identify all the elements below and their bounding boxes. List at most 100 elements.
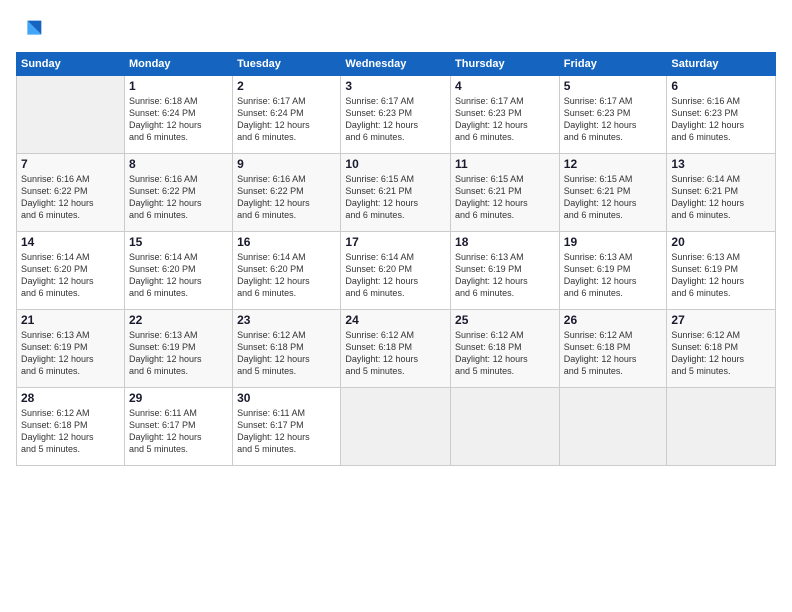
day-cell: 29 Sunrise: 6:11 AM Sunset: 6:17 PM Dayli… (124, 388, 232, 466)
day-cell: 5 Sunrise: 6:17 AM Sunset: 6:23 PM Daylig… (559, 76, 667, 154)
day-number: 26 (564, 313, 663, 327)
day-number: 27 (671, 313, 771, 327)
day-info: Sunrise: 6:17 AM Sunset: 6:23 PM Dayligh… (564, 96, 637, 142)
day-info: Sunrise: 6:12 AM Sunset: 6:18 PM Dayligh… (21, 408, 94, 454)
day-info: Sunrise: 6:14 AM Sunset: 6:20 PM Dayligh… (129, 252, 202, 298)
day-number: 14 (21, 235, 120, 249)
day-info: Sunrise: 6:16 AM Sunset: 6:23 PM Dayligh… (671, 96, 744, 142)
col-header-tuesday: Tuesday (233, 53, 341, 76)
day-info: Sunrise: 6:15 AM Sunset: 6:21 PM Dayligh… (564, 174, 637, 220)
day-cell: 4 Sunrise: 6:17 AM Sunset: 6:23 PM Daylig… (451, 76, 560, 154)
day-number: 30 (237, 391, 336, 405)
day-number: 10 (345, 157, 446, 171)
day-cell: 18 Sunrise: 6:13 AM Sunset: 6:19 PM Dayli… (451, 232, 560, 310)
day-cell (451, 388, 560, 466)
day-cell: 7 Sunrise: 6:16 AM Sunset: 6:22 PM Daylig… (17, 154, 125, 232)
day-cell (17, 76, 125, 154)
day-info: Sunrise: 6:16 AM Sunset: 6:22 PM Dayligh… (129, 174, 202, 220)
day-number: 3 (345, 79, 446, 93)
day-number: 21 (21, 313, 120, 327)
day-number: 18 (455, 235, 555, 249)
day-cell: 28 Sunrise: 6:12 AM Sunset: 6:18 PM Dayli… (17, 388, 125, 466)
col-header-wednesday: Wednesday (341, 53, 451, 76)
day-cell: 26Sunrise: 6:12 AM Sunset: 6:18 PM Dayli… (559, 310, 667, 388)
day-number: 9 (237, 157, 336, 171)
day-cell: 24 Sunrise: 6:12 AM Sunset: 6:18 PM Dayli… (341, 310, 451, 388)
day-cell: 13 Sunrise: 6:14 AM Sunset: 6:21 PM Dayli… (667, 154, 776, 232)
week-row-4: 21 Sunrise: 6:13 AM Sunset: 6:19 PM Dayli… (17, 310, 776, 388)
day-info: Sunrise: 6:17 AM Sunset: 6:23 PM Dayligh… (455, 96, 528, 142)
day-info: Sunrise: 6:18 AM Sunset: 6:24 PM Dayligh… (129, 96, 202, 142)
day-cell: 17Sunrise: 6:14 AM Sunset: 6:20 PM Dayli… (341, 232, 451, 310)
day-info: Sunrise: 6:11 AM Sunset: 6:17 PM Dayligh… (129, 408, 202, 454)
day-info: Sunrise: 6:12 AM Sunset: 6:18 PM Dayligh… (455, 330, 528, 376)
day-info: Sunrise: 6:17 AM Sunset: 6:23 PM Dayligh… (345, 96, 418, 142)
day-info: Sunrise: 6:16 AM Sunset: 6:22 PM Dayligh… (237, 174, 310, 220)
day-number: 28 (21, 391, 120, 405)
day-cell: 3 Sunrise: 6:17 AM Sunset: 6:23 PM Daylig… (341, 76, 451, 154)
day-cell (341, 388, 451, 466)
day-info: Sunrise: 6:13 AM Sunset: 6:19 PM Dayligh… (21, 330, 94, 376)
day-number: 17 (345, 235, 446, 249)
col-header-monday: Monday (124, 53, 232, 76)
day-number: 24 (345, 313, 446, 327)
day-number: 12 (564, 157, 663, 171)
week-row-2: 7 Sunrise: 6:16 AM Sunset: 6:22 PM Daylig… (17, 154, 776, 232)
day-info: Sunrise: 6:12 AM Sunset: 6:18 PM Dayligh… (237, 330, 310, 376)
logo (16, 16, 46, 44)
header-row: SundayMondayTuesdayWednesdayThursdayFrid… (17, 53, 776, 76)
day-info: Sunrise: 6:14 AM Sunset: 6:20 PM Dayligh… (237, 252, 310, 298)
day-cell: 6 Sunrise: 6:16 AM Sunset: 6:23 PM Daylig… (667, 76, 776, 154)
day-info: Sunrise: 6:11 AM Sunset: 6:17 PM Dayligh… (237, 408, 310, 454)
day-number: 11 (455, 157, 555, 171)
week-row-3: 14 Sunrise: 6:14 AM Sunset: 6:20 PM Dayli… (17, 232, 776, 310)
day-info: Sunrise: 6:13 AM Sunset: 6:19 PM Dayligh… (129, 330, 202, 376)
week-row-5: 28 Sunrise: 6:12 AM Sunset: 6:18 PM Dayli… (17, 388, 776, 466)
page: SundayMondayTuesdayWednesdayThursdayFrid… (0, 0, 792, 612)
day-info: Sunrise: 6:12 AM Sunset: 6:18 PM Dayligh… (345, 330, 418, 376)
day-number: 2 (237, 79, 336, 93)
col-header-friday: Friday (559, 53, 667, 76)
day-cell: 11 Sunrise: 6:15 AM Sunset: 6:21 PM Dayli… (451, 154, 560, 232)
day-cell: 2 Sunrise: 6:17 AM Sunset: 6:24 PM Daylig… (233, 76, 341, 154)
day-info: Sunrise: 6:14 AM Sunset: 6:20 PM Dayligh… (21, 252, 94, 298)
day-cell: 25 Sunrise: 6:12 AM Sunset: 6:18 PM Dayli… (451, 310, 560, 388)
day-cell: 9 Sunrise: 6:16 AM Sunset: 6:22 PM Daylig… (233, 154, 341, 232)
day-cell: 30 Sunrise: 6:11 AM Sunset: 6:17 PM Dayli… (233, 388, 341, 466)
calendar-table: SundayMondayTuesdayWednesdayThursdayFrid… (16, 52, 776, 466)
day-cell: 27Sunrise: 6:12 AM Sunset: 6:18 PM Dayli… (667, 310, 776, 388)
day-info: Sunrise: 6:16 AM Sunset: 6:22 PM Dayligh… (21, 174, 94, 220)
header (16, 16, 776, 44)
day-cell: 21 Sunrise: 6:13 AM Sunset: 6:19 PM Dayli… (17, 310, 125, 388)
day-info: Sunrise: 6:15 AM Sunset: 6:21 PM Dayligh… (345, 174, 418, 220)
day-cell: 12 Sunrise: 6:15 AM Sunset: 6:21 PM Dayli… (559, 154, 667, 232)
day-cell: 8Sunrise: 6:16 AM Sunset: 6:22 PM Daylig… (124, 154, 232, 232)
day-cell: 15Sunrise: 6:14 AM Sunset: 6:20 PM Dayli… (124, 232, 232, 310)
day-number: 5 (564, 79, 663, 93)
day-number: 22 (129, 313, 228, 327)
day-cell: 19Sunrise: 6:13 AM Sunset: 6:19 PM Dayli… (559, 232, 667, 310)
day-number: 19 (564, 235, 663, 249)
col-header-sunday: Sunday (17, 53, 125, 76)
day-number: 13 (671, 157, 771, 171)
day-number: 20 (671, 235, 771, 249)
day-number: 29 (129, 391, 228, 405)
week-row-1: 1 Sunrise: 6:18 AM Sunset: 6:24 PM Daylig… (17, 76, 776, 154)
day-number: 4 (455, 79, 555, 93)
day-info: Sunrise: 6:14 AM Sunset: 6:21 PM Dayligh… (671, 174, 744, 220)
day-cell: 10 Sunrise: 6:15 AM Sunset: 6:21 PM Dayli… (341, 154, 451, 232)
day-cell: 1 Sunrise: 6:18 AM Sunset: 6:24 PM Daylig… (124, 76, 232, 154)
day-number: 1 (129, 79, 228, 93)
day-number: 7 (21, 157, 120, 171)
col-header-saturday: Saturday (667, 53, 776, 76)
day-info: Sunrise: 6:15 AM Sunset: 6:21 PM Dayligh… (455, 174, 528, 220)
day-cell: 23Sunrise: 6:12 AM Sunset: 6:18 PM Dayli… (233, 310, 341, 388)
day-info: Sunrise: 6:13 AM Sunset: 6:19 PM Dayligh… (455, 252, 528, 298)
day-number: 25 (455, 313, 555, 327)
day-number: 6 (671, 79, 771, 93)
day-info: Sunrise: 6:17 AM Sunset: 6:24 PM Dayligh… (237, 96, 310, 142)
day-cell: 22 Sunrise: 6:13 AM Sunset: 6:19 PM Dayli… (124, 310, 232, 388)
day-cell: 20 Sunrise: 6:13 AM Sunset: 6:19 PM Dayli… (667, 232, 776, 310)
day-info: Sunrise: 6:13 AM Sunset: 6:19 PM Dayligh… (671, 252, 744, 298)
day-cell (559, 388, 667, 466)
